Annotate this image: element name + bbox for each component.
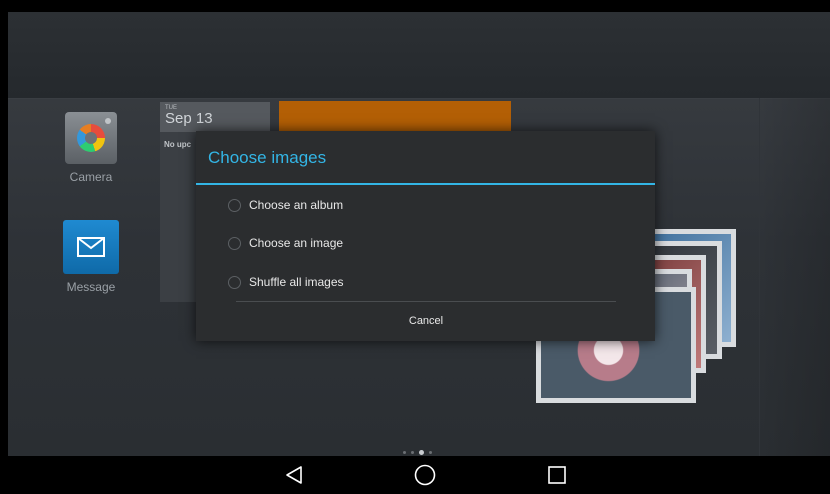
button-divider <box>236 301 616 302</box>
camera-icon <box>65 112 117 164</box>
option-label: Choose an album <box>249 198 344 212</box>
dialog-title-divider <box>196 183 655 185</box>
message-app[interactable]: Message <box>46 220 136 294</box>
calendar-date: Sep 13 <box>165 110 213 127</box>
calendar-header: TUE Sep 13 <box>160 102 270 132</box>
option-choose-album[interactable]: Choose an album <box>228 192 628 218</box>
home-screen: Camera Message TUE Sep 13 No upc Choose … <box>8 12 830 494</box>
workspace-edge <box>759 98 830 456</box>
page-dot <box>429 451 432 454</box>
page-dot <box>403 451 406 454</box>
radio-icon[interactable] <box>228 236 241 250</box>
option-choose-image[interactable]: Choose an image <box>228 230 628 256</box>
dialog-title: Choose images <box>208 148 327 167</box>
option-label: Choose an image <box>249 236 344 250</box>
home-button[interactable] <box>395 456 455 494</box>
message-label: Message <box>66 280 116 294</box>
page-indicator <box>403 450 432 455</box>
back-button[interactable] <box>264 456 324 494</box>
page-dot <box>411 451 414 454</box>
back-icon <box>286 466 302 484</box>
recent-apps-button[interactable] <box>527 456 587 494</box>
navigation-bar <box>8 456 830 494</box>
radio-icon[interactable] <box>228 198 241 212</box>
cancel-button[interactable]: Cancel <box>236 303 616 339</box>
choose-images-dialog: Choose images Choose an album Choose an … <box>196 131 655 341</box>
radio-icon[interactable] <box>228 275 241 289</box>
recent-apps-icon <box>548 466 566 484</box>
option-shuffle-images[interactable]: Shuffle all images <box>228 269 628 295</box>
home-icon <box>414 464 436 486</box>
option-label: Shuffle all images <box>249 275 344 289</box>
camera-app[interactable]: Camera <box>46 112 136 184</box>
camera-label: Camera <box>69 170 113 184</box>
page-dot-active <box>419 450 424 455</box>
envelope-icon <box>63 220 119 274</box>
